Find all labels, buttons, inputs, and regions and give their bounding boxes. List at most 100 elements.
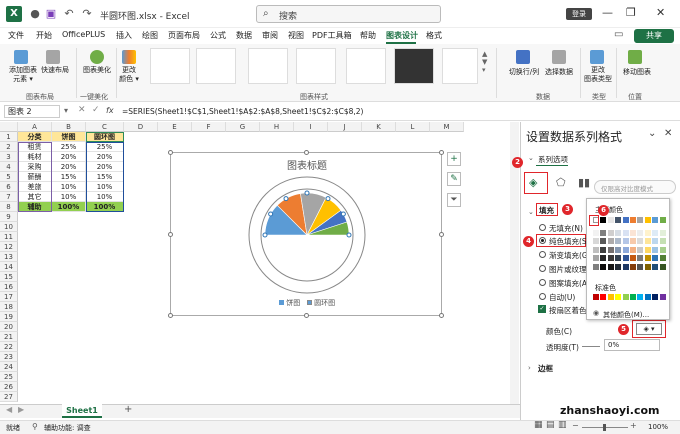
slice-selection-handle[interactable] [283,196,289,202]
row-header[interactable]: 18 [0,302,18,312]
standard-color-swatch[interactable] [593,294,599,300]
theme-color-swatch[interactable] [659,238,666,244]
pane-close-icon[interactable]: ✕ [664,128,672,139]
row-header[interactable]: 27 [0,392,18,402]
slice-selection-handle[interactable] [262,232,268,238]
table-cell[interactable]: 10% [52,192,86,202]
radio-picture-fill[interactable] [539,265,546,272]
radio-solid-fill[interactable] [539,237,546,244]
zoom-slider-thumb[interactable] [603,424,606,431]
menu-file[interactable]: 文件 [8,30,24,41]
chart-style-6[interactable] [394,48,434,84]
select-data-label[interactable]: 选择数据 [542,68,576,77]
chart-object[interactable]: 图表标题 饼图 圆环图 [168,150,444,318]
theme-color-swatch[interactable] [622,255,629,261]
slice-selection-handle[interactable] [340,211,346,217]
row-header[interactable]: 23 [0,352,18,362]
redo-icon[interactable]: ↷ [80,7,94,21]
theme-color-swatch[interactable] [659,255,666,261]
more-colors-icon[interactable]: ◉ [593,309,599,317]
autosave-icon[interactable]: ● [28,7,42,21]
chart-style-2[interactable] [196,48,236,84]
standard-color-swatch[interactable] [637,294,644,300]
row-header[interactable]: 26 [0,382,18,392]
theme-color-swatch[interactable] [600,255,607,261]
row-header[interactable]: 11 [0,232,18,242]
table-cell[interactable]: 20% [52,162,86,172]
theme-color-swatch[interactable] [622,238,629,244]
radio-auto-fill[interactable] [539,293,546,300]
resize-handle[interactable] [168,232,173,237]
standard-color-swatch[interactable] [607,294,614,300]
chart-style-3[interactable] [248,48,288,84]
row-header[interactable]: 1 [0,132,18,142]
page-layout-view-icon[interactable]: ▤ [546,420,555,430]
radio-pattern-fill[interactable] [539,279,546,286]
switch-rowcol-icon[interactable] [516,50,530,64]
beautify-icon[interactable] [90,50,104,64]
theme-color-swatch[interactable] [652,255,659,261]
comment-icon[interactable]: ▭ [614,29,623,40]
theme-color-swatch[interactable] [652,229,659,236]
standard-color-swatch[interactable] [659,294,666,300]
standard-color-swatch[interactable] [630,294,636,300]
menu-data[interactable]: 数据 [236,30,252,41]
table-cell[interactable]: 分类 [18,132,52,142]
login-button[interactable]: 登录 [566,8,592,20]
theme-color-swatch[interactable] [600,238,607,244]
close-icon[interactable]: ✕ [656,6,665,19]
menu-view[interactable]: 视图 [288,30,304,41]
theme-color-swatch[interactable] [644,238,651,244]
row-header[interactable]: 21 [0,332,18,342]
transparency-slider[interactable] [582,346,600,347]
menu-formulas[interactable]: 公式 [210,30,226,41]
chart-style-4[interactable] [296,48,336,84]
theme-color-swatch[interactable] [637,255,644,261]
resize-handle[interactable] [439,150,444,155]
quick-layout-icon[interactable] [46,50,60,64]
row-header[interactable]: 15 [0,272,18,282]
undo-icon[interactable]: ↶ [62,7,76,21]
menu-pdf[interactable]: PDF工具箱 [312,30,352,41]
theme-color-swatch[interactable] [637,246,644,253]
theme-color-swatch[interactable] [659,217,666,223]
theme-color-swatch[interactable] [622,217,629,223]
menu-insert[interactable]: 插入 [116,30,132,41]
pane-options-icon[interactable]: ⌄ [648,128,656,139]
fx-icon[interactable]: fx [106,106,114,115]
theme-color-swatch[interactable] [607,238,614,244]
theme-color-swatch[interactable] [644,246,651,253]
radio-no-fill[interactable] [539,224,546,231]
row-header[interactable]: 17 [0,292,18,302]
menu-format[interactable]: 格式 [426,30,442,41]
row-header[interactable]: 5 [0,172,18,182]
select-data-icon[interactable] [552,50,566,64]
resize-handle[interactable] [168,150,173,155]
menu-page-layout[interactable]: 页面布局 [168,30,200,41]
fill-line-icon[interactable]: ◈ [529,176,537,189]
cancel-icon[interactable]: ✕ [78,105,86,115]
resize-handle[interactable] [168,313,173,318]
save-icon[interactable]: ▣ [44,7,58,21]
table-cell[interactable]: 100% [52,202,86,212]
theme-color-swatch[interactable] [600,263,607,270]
menu-home[interactable]: 开始 [36,30,52,41]
row-header[interactable]: 12 [0,242,18,252]
add-sheet-button[interactable]: + [124,404,132,415]
theme-color-swatch[interactable] [652,263,659,270]
row-header[interactable]: 25 [0,372,18,382]
zoom-out-icon[interactable]: − [572,421,579,430]
column-header[interactable]: H [260,122,294,132]
theme-color-swatch[interactable] [630,229,636,236]
theme-color-swatch[interactable] [607,217,614,223]
theme-color-swatch[interactable] [615,229,622,236]
theme-color-swatch[interactable] [659,263,666,270]
row-header[interactable]: 4 [0,162,18,172]
search-box[interactable]: ⌕ 搜索 [256,5,441,23]
minimize-icon[interactable]: — [602,6,613,19]
column-header[interactable]: I [294,122,328,132]
column-header[interactable]: M [430,122,464,132]
menu-officeplus[interactable]: OfficePLUS [62,30,105,39]
chart-plot[interactable] [171,153,443,317]
auto-fill-label[interactable]: 自动(U) [549,292,575,303]
